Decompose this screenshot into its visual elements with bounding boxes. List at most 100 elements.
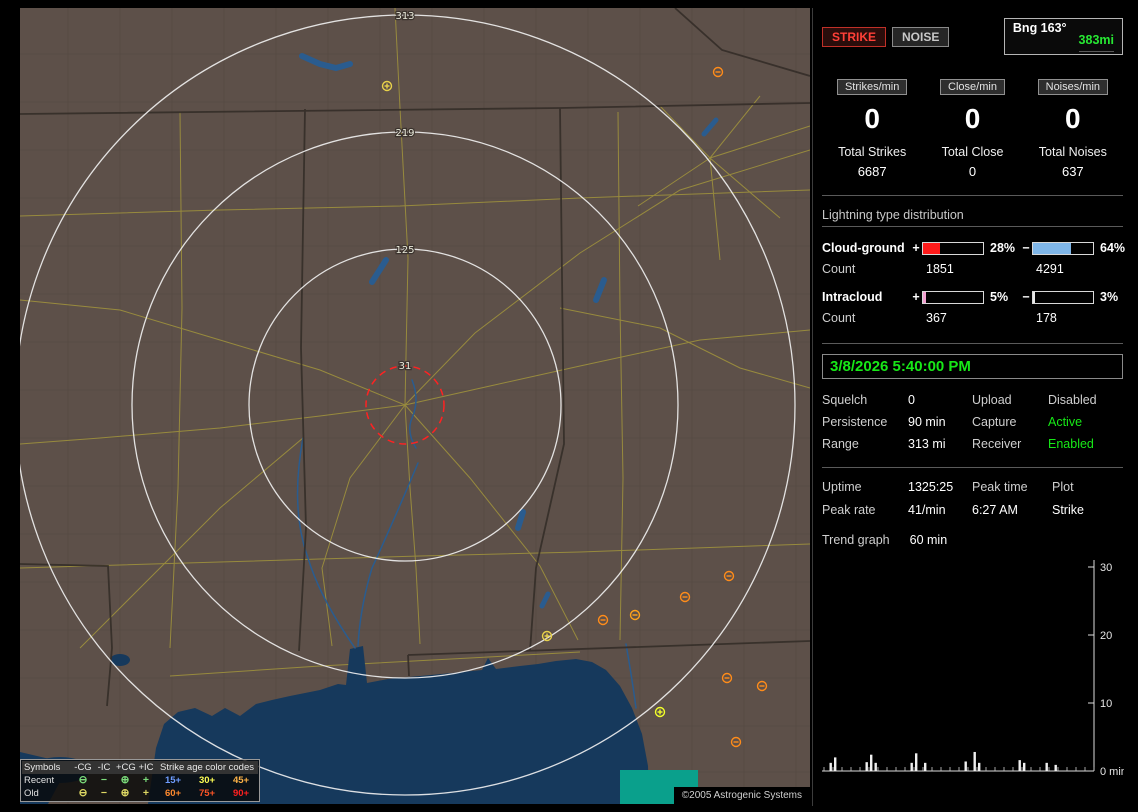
trend-chart-svg: 10 20 30 0 min: [822, 553, 1124, 797]
capture-status: Active: [1048, 415, 1124, 429]
range-label: Range: [822, 437, 908, 451]
legend-header-neg-cg: -CG: [72, 761, 94, 774]
bearing-distance: 383mi: [1079, 21, 1114, 52]
squelch-label: Squelch: [822, 393, 908, 407]
cg-positive-count: 1851: [910, 262, 1020, 276]
legend-header-symbols: Symbols: [22, 761, 72, 774]
intracloud-row: Intracloud + 5% − 3%: [822, 290, 1123, 304]
recent-pos-ic-icon: +: [136, 774, 156, 787]
trend-graph-label: Trend graph: [822, 533, 890, 547]
close-per-min-column: Close/min 0 Total Close 0: [922, 77, 1022, 179]
age-75: 75+: [190, 787, 224, 800]
receiver-status: Enabled: [1048, 437, 1124, 451]
strike-mode-button[interactable]: STRIKE: [822, 27, 886, 47]
plot-label: Plot: [1052, 480, 1124, 494]
svg-text:0 min: 0 min: [1100, 766, 1124, 778]
cg-negative-count: 4291: [1020, 262, 1126, 276]
control-panel: STRIKE NOISE Bng 163° 383mi Strikes/min …: [812, 8, 1132, 806]
legend-header-pos-cg: +CG: [114, 761, 136, 774]
age-15: 15+: [156, 774, 190, 787]
rate-counters: Strikes/min 0 Total Strikes 6687 Close/m…: [822, 55, 1123, 196]
old-neg-ic-icon: −: [94, 787, 114, 800]
noises-per-min-column: Noises/min 0 Total Noises 637: [1023, 77, 1123, 179]
uptime-value: 1325:25: [908, 480, 972, 494]
ring-label-31: 31: [399, 361, 412, 372]
lightning-map[interactable]: 313 219 125 31 Symbols -CG -IC +CG +IC S…: [20, 8, 810, 804]
map-legend: Symbols -CG -IC +CG +IC Strike age color…: [20, 759, 260, 802]
bearing-value: Bng 163°: [1013, 21, 1067, 52]
ic-positive-pct: 5%: [984, 290, 1020, 304]
recent-pos-cg-icon: ⊕: [114, 774, 136, 787]
age-30: 30+: [190, 774, 224, 787]
ic-positive-bar: [922, 291, 984, 304]
minus-sign: −: [1020, 241, 1032, 255]
svg-text:10: 10: [1100, 698, 1112, 710]
svg-text:20: 20: [1100, 630, 1112, 642]
noises-per-min-label: Noises/min: [1038, 79, 1108, 95]
strikes-per-min-value: 0: [822, 103, 922, 135]
intracloud-count-row: Count 367 178: [822, 311, 1123, 325]
legend-header-neg-ic: -IC: [94, 761, 114, 774]
datetime-display: 3/8/2026 5:40:00 PM: [822, 354, 1123, 379]
mode-toolbar: STRIKE NOISE Bng 163° 383mi: [822, 18, 1123, 55]
cg-positive-pct: 28%: [984, 241, 1020, 255]
app-window: 313 219 125 31 Symbols -CG -IC +CG +IC S…: [0, 0, 1138, 812]
cg-negative-bar: [1032, 242, 1094, 255]
total-strikes-label: Total Strikes: [822, 145, 922, 159]
old-pos-cg-icon: ⊕: [114, 787, 136, 800]
uptime-stats-grid: Uptime 1325:25 Peak time Plot Peak rate …: [822, 480, 1123, 517]
bearing-display: Bng 163° 383mi: [1004, 18, 1123, 55]
copyright-text: ©2005 Astrogenic Systems: [674, 787, 810, 804]
capture-label: Capture: [972, 415, 1048, 429]
legend-header-age-codes: Strike age color codes: [156, 761, 258, 774]
trend-chart: 10 20 30 0 min: [822, 553, 1123, 802]
upload-label: Upload: [972, 393, 1048, 407]
age-90: 90+: [224, 787, 258, 800]
squelch-value: 0: [908, 393, 972, 407]
plus-sign: +: [910, 241, 922, 255]
ic-negative-count: 178: [1020, 311, 1126, 325]
peak-rate-value: 41/min: [908, 503, 972, 517]
total-noises-value: 637: [1023, 164, 1123, 179]
old-neg-cg-icon: ⊖: [72, 787, 94, 800]
noises-per-min-value: 0: [1023, 103, 1123, 135]
plot-value: Strike: [1052, 503, 1124, 517]
radar-map-svg: 313 219 125 31: [20, 8, 810, 804]
peak-rate-label: Peak rate: [822, 503, 908, 517]
persistence-value: 90 min: [908, 415, 972, 429]
ring-label-313: 313: [395, 11, 414, 22]
age-60: 60+: [156, 787, 190, 800]
count-label: Count: [822, 311, 910, 325]
uptime-label: Uptime: [822, 480, 908, 494]
ring-label-125: 125: [395, 245, 414, 256]
legend-row-recent-label: Recent: [22, 774, 72, 787]
recent-neg-ic-icon: −: [94, 774, 114, 787]
minus-sign: −: [1020, 290, 1032, 304]
trend-graph-header: Trend graph 60 min: [822, 533, 1123, 547]
old-pos-ic-icon: +: [136, 787, 156, 800]
cg-negative-pct: 64%: [1094, 241, 1128, 255]
peak-time-label: Peak time: [972, 480, 1052, 494]
total-close-label: Total Close: [922, 145, 1022, 159]
age-45: 45+: [224, 774, 258, 787]
legend-row-old-label: Old: [22, 787, 72, 800]
ic-positive-count: 367: [910, 311, 1020, 325]
ic-negative-bar: [1032, 291, 1094, 304]
range-value: 313 mi: [908, 437, 972, 451]
total-strikes-value: 6687: [822, 164, 922, 179]
trend-graph-window: 60 min: [910, 533, 948, 547]
distribution-title: Lightning type distribution: [822, 208, 1123, 227]
upload-status: Disabled: [1048, 393, 1124, 407]
recent-neg-cg-icon: ⊖: [72, 774, 94, 787]
cloud-ground-row: Cloud-ground + 28% − 64%: [822, 241, 1123, 255]
total-close-value: 0: [922, 164, 1022, 179]
persistence-label: Persistence: [822, 415, 908, 429]
receiver-label: Receiver: [972, 437, 1048, 451]
count-label: Count: [822, 262, 910, 276]
lightning-distribution-section: Lightning type distribution Cloud-ground…: [822, 196, 1123, 344]
total-noises-label: Total Noises: [1023, 145, 1123, 159]
close-per-min-value: 0: [922, 103, 1022, 135]
noise-mode-button[interactable]: NOISE: [892, 27, 949, 47]
settings-grid: Squelch 0 Upload Disabled Persistence 90…: [822, 393, 1123, 468]
svg-text:30: 30: [1100, 562, 1112, 574]
